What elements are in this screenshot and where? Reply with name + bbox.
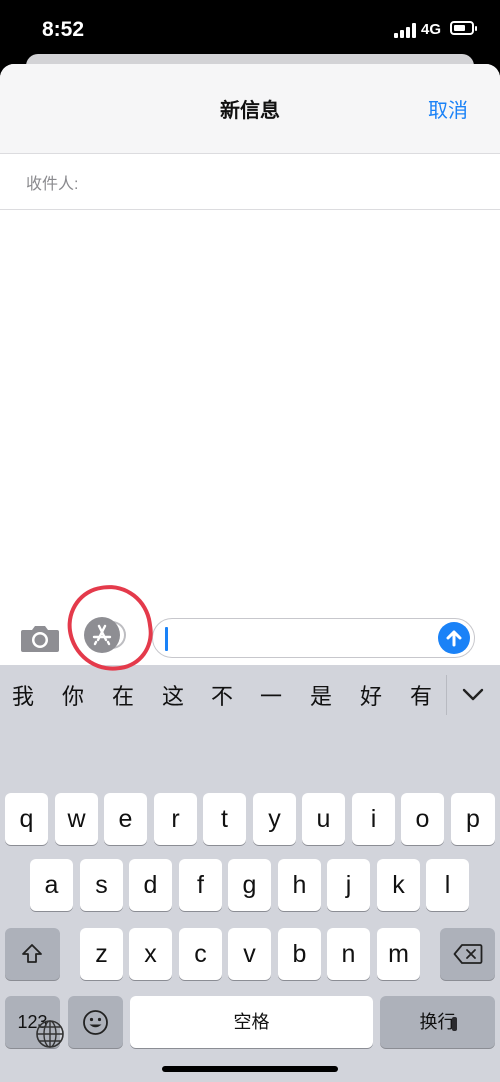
candidate-item[interactable]: 这	[162, 679, 184, 711]
key-s[interactable]: s	[80, 859, 123, 911]
key-d[interactable]: d	[129, 859, 172, 911]
key-j[interactable]: j	[327, 859, 370, 911]
keyboard: 我 你 在 这 不 一 是 好 有 q w e r t y u i o p a …	[0, 665, 500, 1082]
candidate-divider	[446, 675, 447, 715]
status-time: 8:52	[42, 18, 85, 41]
candidate-item[interactable]: 不	[211, 679, 233, 711]
return-key[interactable]: 换行	[380, 996, 495, 1048]
key-h[interactable]: h	[278, 859, 321, 911]
shift-icon	[22, 944, 42, 963]
candidate-item[interactable]: 一	[260, 679, 282, 711]
key-k[interactable]: k	[377, 859, 420, 911]
globe-icon[interactable]	[34, 1018, 66, 1050]
key-i[interactable]: i	[352, 793, 395, 845]
key-x[interactable]: x	[129, 928, 172, 980]
key-o[interactable]: o	[401, 793, 444, 845]
text-caret	[165, 627, 168, 651]
candidate-bar: 我 你 在 这 不 一 是 好 有	[0, 665, 500, 725]
candidate-item[interactable]: 有	[410, 679, 432, 711]
delete-key[interactable]	[440, 928, 495, 980]
shift-key[interactable]	[5, 928, 60, 980]
key-z[interactable]: z	[80, 928, 123, 980]
signal-icon	[394, 22, 418, 38]
cancel-button[interactable]: 取消	[428, 94, 468, 123]
key-t[interactable]: t	[203, 793, 246, 845]
status-bar: 8:52 4G	[0, 0, 500, 60]
emoji-key[interactable]	[68, 996, 123, 1048]
candidate-item[interactable]: 好	[360, 679, 382, 711]
key-m[interactable]: m	[377, 928, 420, 980]
network-type: 4G	[421, 21, 442, 38]
backspace-icon	[453, 944, 483, 964]
key-q[interactable]: q	[5, 793, 48, 845]
chevron-down-icon[interactable]	[458, 679, 488, 709]
send-button[interactable]	[438, 622, 470, 654]
candidate-item[interactable]: 是	[310, 679, 332, 711]
microphone-icon[interactable]	[452, 1017, 457, 1031]
key-c[interactable]: c	[179, 928, 222, 980]
key-r[interactable]: r	[154, 793, 197, 845]
key-e[interactable]: e	[104, 793, 147, 845]
message-input[interactable]	[152, 618, 475, 658]
recipient-row[interactable]: 收件人:	[0, 154, 500, 210]
key-b[interactable]: b	[278, 928, 321, 980]
recipient-input[interactable]	[100, 164, 484, 200]
key-l[interactable]: l	[426, 859, 469, 911]
new-message-sheet: 新信息 取消 收件人: 我 你 在 这 不 一 是 好 有 q w e r t …	[0, 64, 500, 1082]
key-f[interactable]: f	[179, 859, 222, 911]
key-y[interactable]: y	[253, 793, 296, 845]
emoji-icon	[83, 1010, 108, 1035]
arrow-up-icon	[446, 630, 462, 647]
key-u[interactable]: u	[302, 793, 345, 845]
camera-icon[interactable]	[20, 622, 60, 654]
key-w[interactable]: w	[55, 793, 98, 845]
candidate-item[interactable]: 我	[12, 679, 34, 711]
battery-icon	[450, 21, 477, 35]
recipient-label: 收件人:	[26, 176, 79, 193]
space-key[interactable]: 空格	[130, 996, 373, 1048]
candidate-item[interactable]: 你	[62, 679, 84, 711]
home-indicator[interactable]	[162, 1066, 338, 1072]
key-v[interactable]: v	[228, 928, 271, 980]
key-n[interactable]: n	[327, 928, 370, 980]
key-p[interactable]: p	[451, 793, 495, 845]
key-a[interactable]: a	[30, 859, 73, 911]
navigation-bar: 新信息 取消	[0, 64, 500, 154]
candidate-item[interactable]: 在	[112, 679, 134, 711]
key-g[interactable]: g	[228, 859, 271, 911]
page-title: 新信息	[220, 100, 280, 122]
